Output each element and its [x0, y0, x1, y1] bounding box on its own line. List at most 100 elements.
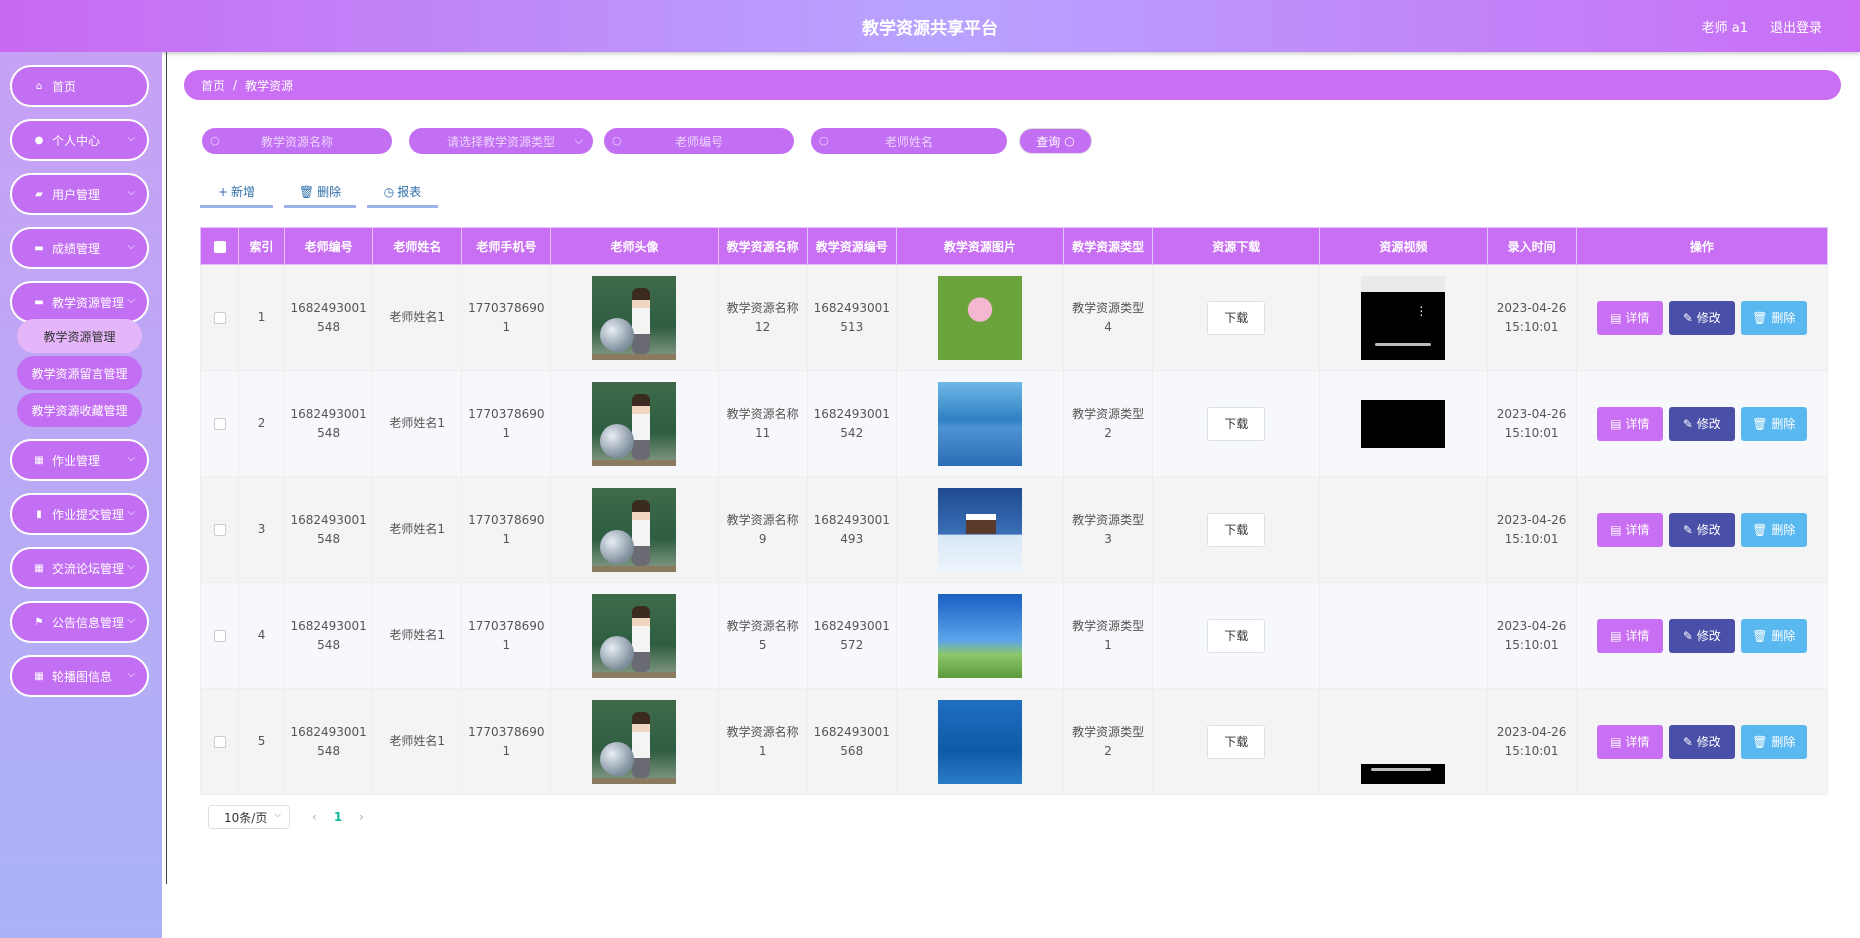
resource-image[interactable] — [937, 381, 1022, 466]
resource-video[interactable]: ⋮ — [1361, 275, 1446, 360]
edit-button[interactable]: ✎ 修改 — [1668, 300, 1735, 335]
cell-resource-type: 教学资源类型 3 — [1063, 476, 1154, 583]
cell-resource-no: 1682493001 568 — [806, 688, 897, 795]
teacher-avatar[interactable] — [592, 593, 677, 678]
row-checkbox[interactable] — [213, 735, 226, 748]
teacher-avatar[interactable] — [592, 487, 677, 572]
cell-created-time: 2023-04-26 15:10:01 — [1486, 688, 1577, 795]
edit-button[interactable]: ✎ 修改 — [1668, 618, 1735, 653]
next-page-button[interactable]: › — [359, 810, 364, 824]
delete-row-button[interactable]: 🗑 删除 — [1740, 618, 1807, 653]
sidebar-item-label: 作业提交管理 — [52, 507, 125, 522]
resource-image[interactable] — [937, 593, 1022, 678]
sidebar-item-score-management[interactable]: ▬ 成绩管理 ⌵ — [10, 227, 149, 269]
cell-resource-image — [895, 370, 1065, 477]
resource-name-search-input[interactable]: ○ 教学资源名称 — [202, 128, 392, 154]
edit-button[interactable]: ✎ 修改 — [1668, 512, 1735, 547]
row-checkbox[interactable] — [213, 523, 226, 536]
sidebar-item-user-management[interactable]: ▰ 用户管理 ⌵ — [10, 173, 149, 215]
select-all-header[interactable] — [199, 227, 240, 265]
delete-row-button[interactable]: 🗑 删除 — [1740, 406, 1807, 441]
download-button[interactable]: 下载 — [1207, 724, 1266, 759]
delete-row-button[interactable]: 🗑 删除 — [1740, 300, 1807, 335]
sidebar-item-homework-management[interactable]: ▦ 作业管理 ⌵ — [10, 439, 149, 481]
search-icon: ○ — [1064, 134, 1075, 148]
row-select-cell[interactable] — [199, 264, 240, 371]
teacher-avatar[interactable] — [592, 381, 677, 466]
query-button[interactable]: 查询 ○ — [1019, 128, 1092, 154]
resource-image[interactable] — [937, 275, 1022, 360]
cell-operations: ▤ 详情 ✎ 修改 🗑 删除 — [1575, 370, 1829, 477]
resource-image[interactable] — [937, 487, 1022, 572]
prev-page-button[interactable]: ‹ — [312, 810, 317, 824]
text-line: 1770378690 — [468, 724, 545, 739]
chevron-down-icon: ⌵ — [127, 453, 135, 464]
report-button[interactable]: ◷ 报表 — [367, 178, 438, 208]
avatar-person — [632, 605, 651, 672]
sidebar-subitem-resource[interactable]: 教学资源管理 — [17, 319, 142, 353]
row-select-cell[interactable] — [199, 476, 240, 583]
clock-icon: ◷ — [383, 184, 395, 199]
detail-button[interactable]: ▤ 详情 — [1596, 300, 1663, 335]
text-line: 1770378690 — [468, 512, 545, 527]
more-vertical-icon[interactable]: ⋮ — [1415, 302, 1427, 321]
select-all-checkbox[interactable] — [213, 240, 226, 253]
detail-button[interactable]: ▤ 详情 — [1596, 724, 1663, 759]
sidebar-item-forum-management[interactable]: ▦ 交流论坛管理 ⌵ — [10, 547, 149, 589]
cell-download: 下载 — [1152, 476, 1321, 583]
teacher-name-search-input[interactable]: ○ 老师姓名 — [811, 128, 1007, 154]
resource-video[interactable] — [1361, 763, 1446, 784]
sidebar-item-resource-management[interactable]: ▬ 教学资源管理 ⌵ — [10, 281, 149, 323]
resource-video[interactable] — [1361, 399, 1446, 448]
video-progress-bar[interactable] — [1371, 767, 1432, 771]
download-button[interactable]: 下载 — [1207, 618, 1266, 653]
cell-resource-no: 1682493001 513 — [806, 264, 897, 371]
logout-link[interactable]: 退出登录 — [1770, 17, 1822, 36]
download-button[interactable]: 下载 — [1207, 406, 1266, 441]
cell-phone: 1770378690 1 — [461, 370, 552, 477]
teacher-avatar[interactable] — [592, 275, 677, 360]
text-line: 1682493001 — [813, 300, 890, 315]
sidebar-item-submission-management[interactable]: ▮ 作业提交管理 ⌵ — [10, 493, 149, 535]
page-number[interactable]: 1 — [334, 810, 342, 824]
add-button[interactable]: + 新增 — [200, 178, 273, 208]
cell-operations: ▤ 详情 ✎ 修改 🗑 删除 — [1575, 688, 1829, 795]
sidebar-item-notice-management[interactable]: ⚑ 公告信息管理 ⌵ — [10, 601, 149, 643]
sidebar-subitem-resource-comments[interactable]: 教学资源留言管理 — [17, 356, 142, 390]
row-select-cell[interactable] — [199, 582, 240, 689]
sidebar-item-personal-center[interactable]: ● 个人中心 ⌵ — [10, 119, 149, 161]
sidebar-subitem-resource-favorites[interactable]: 教学资源收藏管理 — [17, 393, 142, 427]
detail-button[interactable]: ▤ 详情 — [1596, 512, 1663, 547]
cell-resource-image — [895, 688, 1065, 795]
teacher-avatar[interactable] — [592, 699, 677, 784]
sidebar-item-home[interactable]: ⌂ 首页 — [10, 65, 149, 107]
detail-button[interactable]: ▤ 详情 — [1596, 618, 1663, 653]
sidebar-item-label: 个人中心 — [52, 133, 101, 148]
delete-button[interactable]: 🗑 删除 — [284, 178, 356, 208]
cell-index: 3 — [238, 476, 286, 583]
teacher-no-search-input[interactable]: ○ 老师编号 — [604, 128, 794, 154]
download-button[interactable]: 下载 — [1207, 512, 1266, 547]
row-checkbox[interactable] — [213, 311, 226, 324]
page-size-select[interactable]: 10条/页 ⌵ — [208, 805, 290, 829]
row-checkbox[interactable] — [213, 417, 226, 430]
row-select-cell[interactable] — [199, 370, 240, 477]
row-checkbox[interactable] — [213, 629, 226, 642]
video-progress-bar[interactable] — [1375, 342, 1432, 346]
sidebar-item-carousel[interactable]: ▦ 轮播图信息 ⌵ — [10, 655, 149, 697]
avatar-globe — [600, 635, 635, 670]
row-select-cell[interactable] — [199, 688, 240, 795]
breadcrumb-home[interactable]: 首页 — [201, 77, 225, 94]
detail-button[interactable]: ▤ 详情 — [1596, 406, 1663, 441]
delete-row-button[interactable]: 🗑 删除 — [1740, 724, 1807, 759]
edit-button[interactable]: ✎ 修改 — [1668, 406, 1735, 441]
delete-row-button[interactable]: 🗑 删除 — [1740, 512, 1807, 547]
edit-button[interactable]: ✎ 修改 — [1668, 724, 1735, 759]
text-line: 5 — [758, 637, 767, 652]
document-icon: ▤ — [1610, 628, 1622, 643]
cell-avatar — [550, 582, 719, 689]
resource-type-select[interactable]: 请选择教学资源类型 ⌵ — [409, 128, 593, 154]
table-row: 1 1682493001 548 老师姓名1 1770378690 1 教学资源名称… — [199, 264, 1829, 371]
download-button[interactable]: 下载 — [1207, 300, 1266, 335]
resource-image[interactable] — [937, 699, 1022, 784]
